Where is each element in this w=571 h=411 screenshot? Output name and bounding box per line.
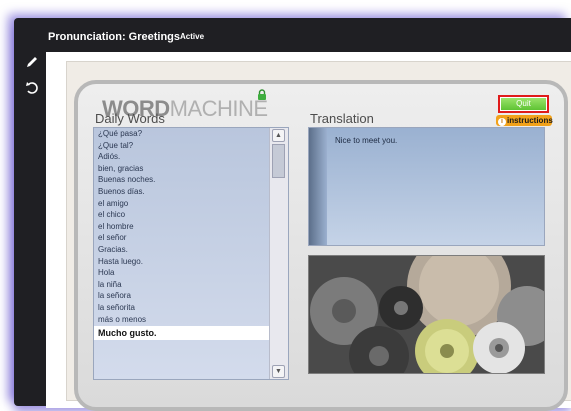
status-label: Active — [180, 32, 205, 41]
list-item[interactable]: ¿Qué pasa? — [94, 128, 270, 140]
word-items: ¿Qué pasa? ¿Que tal? Adiós. bien, gracias Bu… — [94, 128, 270, 379]
list-item[interactable]: el chico — [94, 209, 270, 221]
daily-words-heading: Daily Words — [95, 111, 165, 126]
word-machine: WORDMACHINE Quit i instructions Daily Wor… — [74, 80, 568, 411]
translation-box: Nice to meet you. — [308, 127, 545, 246]
activity-panel: WORDMACHINE Quit i instructions Daily Wor… — [66, 61, 571, 411]
list-item[interactable]: Buenos días. — [94, 186, 270, 198]
chevron-down-icon: ▼ — [275, 368, 282, 375]
gears-image — [308, 255, 545, 374]
translation-heading: Translation — [310, 111, 374, 126]
list-item[interactable]: Adiós. — [94, 151, 270, 163]
scroll-down-button[interactable]: ▼ — [272, 365, 285, 378]
pencil-icon[interactable] — [24, 54, 40, 70]
translation-box-edge — [309, 128, 327, 245]
list-item[interactable]: la niña — [94, 279, 270, 291]
list-item[interactable]: el señor — [94, 232, 270, 244]
list-item[interactable]: Gracias. — [94, 244, 270, 256]
list-item[interactable]: la señorita — [94, 302, 270, 314]
window-title: Pronunciation: Greetings — [48, 31, 181, 43]
scroll-thumb[interactable] — [272, 144, 285, 178]
translation-text: Nice to meet you. — [335, 136, 398, 145]
info-icon: i — [498, 118, 506, 126]
list-item[interactable]: ¿Que tal? — [94, 140, 270, 152]
lock-icon — [257, 88, 267, 100]
quit-button[interactable]: Quit — [498, 95, 549, 113]
chevron-up-icon: ▲ — [275, 132, 282, 139]
list-item[interactable]: el hombre — [94, 221, 270, 233]
list-item-selected[interactable]: Mucho gusto. — [94, 326, 270, 341]
daily-words-list[interactable]: ¿Qué pasa? ¿Que tal? Adiós. bien, gracias Bu… — [93, 127, 289, 380]
refresh-icon[interactable] — [24, 80, 40, 96]
list-item[interactable]: Hola — [94, 267, 270, 279]
list-item[interactable]: el amigo — [94, 198, 270, 210]
list-item[interactable]: más o menos — [94, 314, 270, 326]
scroll-up-button[interactable]: ▲ — [272, 129, 285, 142]
list-item[interactable]: la señora — [94, 290, 270, 302]
title-bar: Pronunciation: Greetings Active — [14, 28, 571, 50]
list-item[interactable]: bien, gracias — [94, 163, 270, 175]
instructions-label: instructions — [507, 116, 553, 125]
word-list-scrollbar[interactable]: ▲ ▼ — [269, 128, 288, 379]
list-item[interactable]: Buenas noches. — [94, 174, 270, 186]
instructions-button[interactable]: i instructions — [496, 115, 553, 126]
quit-label: Quit — [501, 98, 546, 110]
lesson-content: WORDMACHINE Quit i instructions Daily Wor… — [46, 52, 571, 411]
list-item[interactable]: Hasta luego. — [94, 256, 270, 268]
